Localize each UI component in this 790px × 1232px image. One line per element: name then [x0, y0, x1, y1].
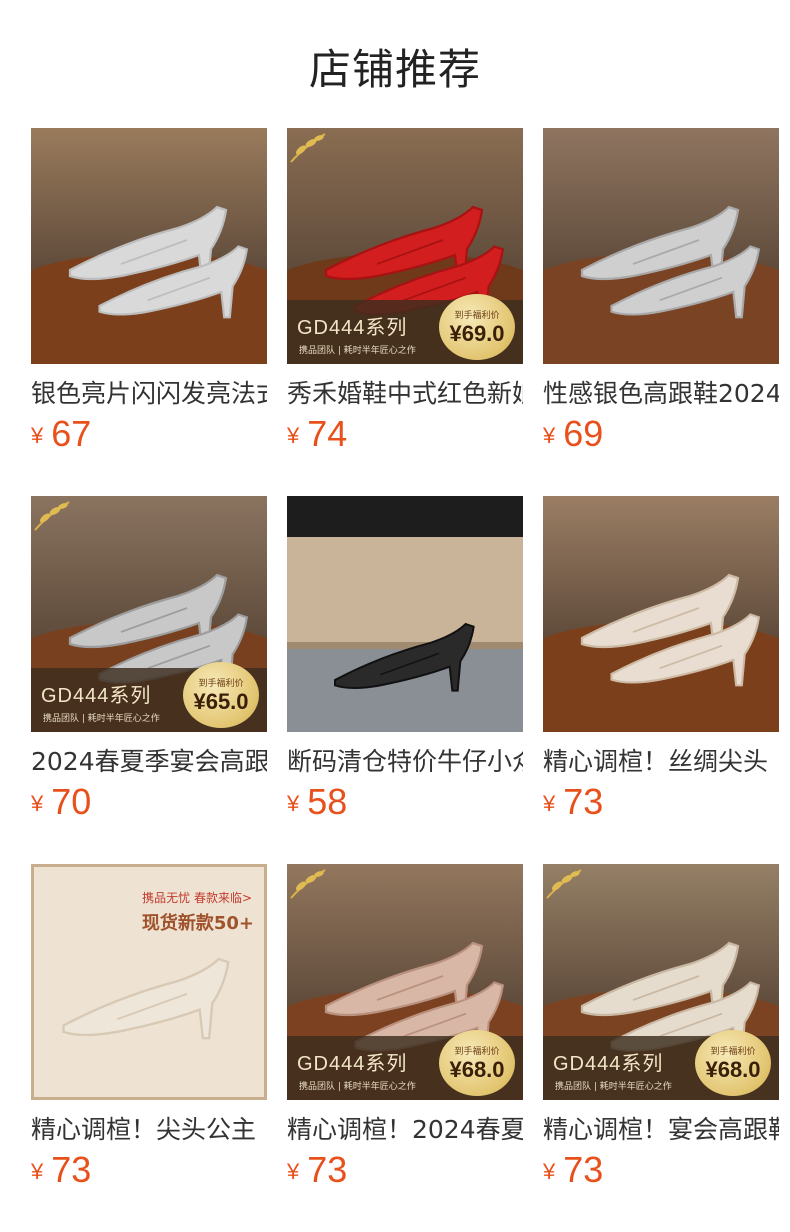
currency-symbol: ¥	[543, 791, 556, 816]
product-card[interactable]: 携品无忧 春款来临> 现货新款50+ 精心调楦！尖头公主 ¥73	[31, 864, 267, 1196]
price-value: 73	[307, 1149, 348, 1190]
product-price: ¥73	[287, 1152, 523, 1196]
price-value: 70	[51, 781, 92, 822]
product-image[interactable]: GD444系列 携品团队 | 耗时半年匠心之作 到手福利价 ¥68.0	[287, 864, 523, 1100]
product-name[interactable]: 精心调楦！丝绸尖头	[543, 746, 779, 778]
product-price: ¥70	[31, 784, 267, 828]
badge-price: ¥68.0	[705, 1057, 761, 1082]
series-label: GD444系列	[41, 685, 152, 707]
currency-symbol: ¥	[287, 423, 300, 448]
product-card[interactable]: GD444系列 携品团队 | 耗时半年匠心之作 到手福利价 ¥65.0 2024…	[31, 496, 267, 828]
product-card[interactable]: GD444系列 携品团队 | 耗时半年匠心之作 到手福利价 ¥68.0 精心调楦…	[287, 864, 523, 1196]
product-name[interactable]: 精心调楦！2024春夏	[287, 1114, 523, 1146]
product-price: ¥67	[31, 416, 267, 460]
badge-label: 到手福利价	[198, 679, 244, 689]
product-image[interactable]: GD444系列 携品团队 | 耗时半年匠心之作 到手福利价 ¥69.0	[287, 128, 523, 364]
poster-tag: 携品无忧 春款来临>	[142, 891, 252, 905]
price-badge: 到手福利价 ¥68.0	[695, 1030, 771, 1096]
product-price: ¥74	[287, 416, 523, 460]
shoe-graphic	[54, 947, 244, 1047]
currency-symbol: ¥	[287, 1159, 300, 1184]
product-card[interactable]: 性感银色高跟鞋2024 ¥69	[543, 128, 779, 460]
product-name[interactable]: 秀禾婚鞋中式红色新娘	[287, 378, 523, 410]
price-value: 74	[307, 413, 348, 454]
product-price: ¥73	[543, 784, 779, 828]
price-value: 67	[51, 413, 92, 454]
product-card[interactable]: 精心调楦！丝绸尖头 ¥73	[543, 496, 779, 828]
badge-label: 到手福利价	[710, 1047, 756, 1057]
poster-headline: 现货新款50+	[141, 913, 254, 934]
product-image[interactable]	[31, 128, 267, 364]
currency-symbol: ¥	[31, 791, 44, 816]
shoe-graphic	[327, 616, 487, 696]
series-subtitle: 携品团队 | 耗时半年匠心之作	[43, 714, 160, 724]
leaf-icon	[290, 869, 326, 899]
badge-price: ¥65.0	[193, 689, 249, 714]
series-label: GD444系列	[553, 1053, 664, 1075]
shoe-graphic	[603, 606, 773, 691]
product-card[interactable]: 银色亮片闪闪发亮法式 ¥67	[31, 128, 267, 460]
product-card[interactable]: GD444系列 携品团队 | 耗时半年匠心之作 到手福利价 ¥69.0 秀禾婚鞋…	[287, 128, 523, 460]
price-badge: 到手福利价 ¥68.0	[439, 1030, 515, 1096]
product-name[interactable]: 银色亮片闪闪发亮法式	[31, 378, 267, 410]
price-value: 73	[51, 1149, 92, 1190]
product-image[interactable]	[543, 128, 779, 364]
product-name[interactable]: 性感银色高跟鞋2024	[543, 378, 779, 410]
section-title: 店铺推荐	[308, 45, 481, 94]
badge-price: ¥68.0	[449, 1057, 505, 1082]
series-subtitle: 携品团队 | 耗时半年匠心之作	[555, 1082, 672, 1092]
product-image[interactable]	[543, 496, 779, 732]
product-image[interactable]: GD444系列 携品团队 | 耗时半年匠心之作 到手福利价 ¥68.0	[543, 864, 779, 1100]
product-card[interactable]: GD444系列 携品团队 | 耗时半年匠心之作 到手福利价 ¥68.0 精心调楦…	[543, 864, 779, 1196]
price-value: 69	[563, 413, 604, 454]
price-value: 73	[563, 781, 604, 822]
leaf-icon	[34, 501, 70, 531]
product-price: ¥73	[543, 1152, 779, 1196]
badge-label: 到手福利价	[454, 1047, 500, 1057]
product-image[interactable]: 携品无忧 春款来临> 现货新款50+	[31, 864, 267, 1100]
product-price: ¥73	[31, 1152, 267, 1196]
series-label: GD444系列	[297, 1053, 408, 1075]
leaf-icon	[546, 869, 582, 899]
price-badge: 到手福利价 ¥69.0	[439, 294, 515, 360]
price-value: 58	[307, 781, 348, 822]
product-name[interactable]: 断码清仓特价牛仔小众	[287, 746, 523, 778]
product-price: ¥69	[543, 416, 779, 460]
product-name[interactable]: 2024春夏季宴会高跟	[31, 746, 267, 778]
badge-label: 到手福利价	[454, 311, 500, 321]
leaf-icon	[290, 133, 326, 163]
shoe-graphic	[91, 238, 261, 323]
price-badge: 到手福利价 ¥65.0	[183, 662, 259, 728]
currency-symbol: ¥	[31, 423, 44, 448]
currency-symbol: ¥	[287, 791, 300, 816]
product-image[interactable]: GD444系列 携品团队 | 耗时半年匠心之作 到手福利价 ¥65.0	[31, 496, 267, 732]
price-value: 73	[563, 1149, 604, 1190]
badge-price: ¥69.0	[449, 321, 505, 346]
currency-symbol: ¥	[31, 1159, 44, 1184]
series-label: GD444系列	[297, 317, 408, 339]
product-card[interactable]: 断码清仓特价牛仔小众 ¥58	[287, 496, 523, 828]
product-price: ¥58	[287, 784, 523, 828]
shoe-graphic	[603, 238, 773, 323]
currency-symbol: ¥	[543, 1159, 556, 1184]
series-subtitle: 携品团队 | 耗时半年匠心之作	[299, 1082, 416, 1092]
product-image[interactable]	[287, 496, 523, 732]
product-name[interactable]: 精心调楦！尖头公主	[31, 1114, 267, 1146]
product-name[interactable]: 精心调楦！宴会高跟鞋	[543, 1114, 779, 1146]
currency-symbol: ¥	[543, 423, 556, 448]
series-subtitle: 携品团队 | 耗时半年匠心之作	[299, 346, 416, 356]
